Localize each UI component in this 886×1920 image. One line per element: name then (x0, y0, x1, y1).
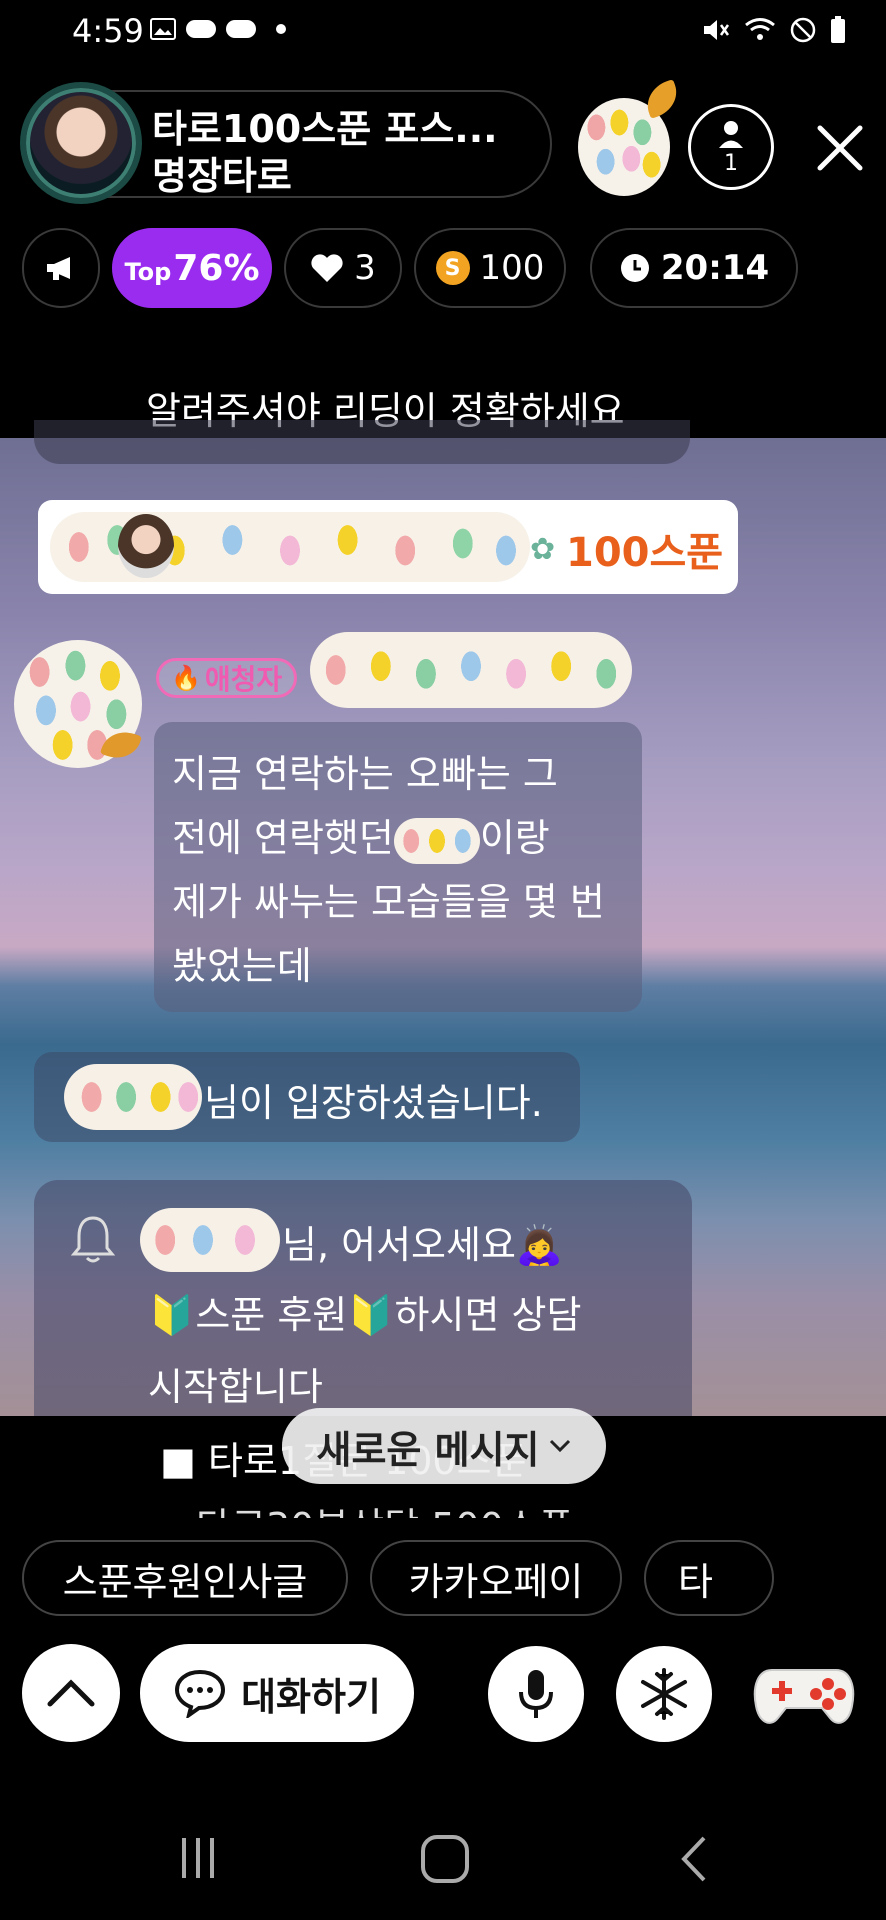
mic-button[interactable] (488, 1646, 584, 1742)
message-line: 봤었는데 (172, 944, 312, 988)
listener-count: 1 (724, 150, 738, 176)
home-icon[interactable] (420, 1834, 470, 1884)
recent-apps-icon[interactable] (174, 1834, 222, 1882)
expand-button[interactable] (22, 1644, 120, 1742)
timer-chip: 20:14 (590, 228, 798, 308)
chevron-up-icon (47, 1679, 95, 1707)
person-icon (719, 120, 743, 148)
message-text: 전에 연락햇던 (172, 816, 394, 860)
message-line: 전에 연락햇던 이랑 (172, 806, 624, 870)
welcomed-user-redacted (140, 1208, 280, 1272)
bell-icon (70, 1216, 116, 1263)
back-icon[interactable] (674, 1834, 714, 1884)
entered-user-redacted (64, 1064, 202, 1130)
host-avatar[interactable] (26, 88, 136, 198)
spoon-icon: ✿ (530, 532, 556, 567)
host-name: 명장타로 (152, 154, 292, 198)
close-icon[interactable] (812, 120, 868, 176)
top-rank-prefix: Top (124, 257, 172, 286)
timer-value: 20:14 (660, 248, 770, 288)
top-rank-chip[interactable]: Top76% (112, 228, 272, 308)
notice-line: 🔰스푼 후원🔰하시면 상담 (148, 1293, 582, 1337)
spoon-count: 100 (479, 248, 545, 288)
message-text: 이랑 (479, 816, 550, 860)
listeners-button[interactable]: 1 (688, 104, 774, 190)
redacted-name (393, 817, 480, 864)
fan-badge: 🔥 애청자 (156, 658, 298, 698)
spoon-coin-icon: S (435, 251, 470, 285)
top-rank-value: 76% (173, 247, 260, 289)
megaphone-icon (47, 257, 70, 280)
message-line: 제가 싸누는 모습들을 몇 번 (172, 880, 605, 924)
freeze-button[interactable] (616, 1646, 712, 1742)
likes-chip[interactable]: 3 (284, 228, 402, 308)
snowflake-icon (641, 1668, 687, 1720)
new-message-label: 새로운 메시지 (316, 1427, 540, 1472)
likes-count: 3 (354, 248, 376, 288)
game-controller-icon[interactable] (752, 1656, 856, 1736)
chat-button-label: 대화하기 (241, 1674, 381, 1719)
quick-reply-kakaopay[interactable]: 카카오페이 (370, 1540, 622, 1616)
fan-badge-label: 애청자 (204, 663, 283, 696)
do-not-disturb-icon (790, 17, 816, 43)
mute-icon (704, 20, 730, 40)
new-message-button[interactable]: 새로운 메시지 (282, 1408, 606, 1484)
quick-reply-more[interactable]: 타 (644, 1540, 774, 1616)
status-notification-icons (150, 18, 286, 40)
donation-amount: 100스푼 (566, 530, 724, 576)
notice-line: 타로30분상담 500스푼 (196, 1496, 574, 1518)
clock-icon (620, 254, 649, 282)
status-time: 4:59 (72, 12, 144, 50)
username-redacted (310, 632, 632, 708)
chat-bubble-icon (175, 1669, 226, 1718)
quick-reply-spoon-thanks[interactable]: 스푼후원인사글 (22, 1540, 348, 1616)
spoon-app-icon (186, 20, 216, 38)
notice-line: 님, 어서오세요🙇‍♀️ (282, 1223, 564, 1267)
message-line: 지금 연락하는 오빠는 그 (172, 752, 558, 796)
previous-message-bubble (34, 420, 690, 464)
heart-icon (311, 254, 343, 282)
spoon-chip[interactable]: S 100 (414, 228, 566, 308)
dot-icon (276, 24, 286, 34)
status-system-icons (702, 16, 846, 44)
image-icon (150, 18, 176, 40)
wifi-icon (745, 18, 775, 40)
notice-line: 시작합니다 (148, 1365, 323, 1409)
spoon-app-icon-2 (226, 20, 256, 38)
fire-icon: 🔥 (171, 664, 201, 692)
donation-host-avatar (118, 514, 174, 578)
announcement-button[interactable] (22, 228, 100, 308)
battery-icon (831, 16, 845, 43)
microphone-icon (519, 1670, 553, 1718)
chat-input-button[interactable]: 대화하기 (140, 1644, 414, 1742)
chat-message-bubble: 지금 연락하는 오빠는 그 전에 연락햇던 이랑 제가 싸누는 모습들을 몇 번 … (154, 722, 642, 1012)
chevron-down-icon (549, 1439, 570, 1453)
enter-notice-text: 님이 입장하셨습니다. (204, 1081, 543, 1125)
